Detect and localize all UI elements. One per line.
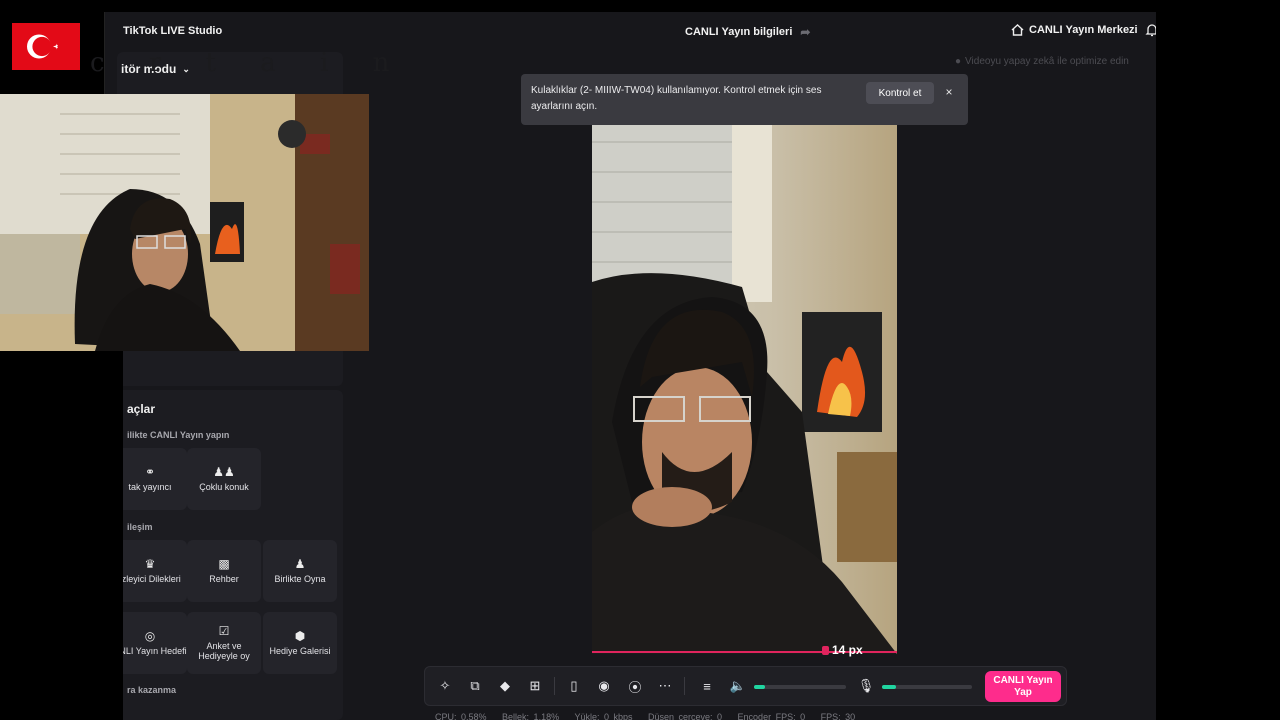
dark-overlay-right (1156, 0, 1280, 720)
dropped-frames-stat: Düşen çerçeve: 0 (647, 712, 723, 720)
size-guide-label: 14 px (822, 643, 863, 657)
wishes-icon: ♛ (144, 556, 156, 571)
tool-label: İzleyici Dilekleri (119, 573, 181, 584)
check-button[interactable]: Kontrol et (866, 82, 934, 104)
record-icon[interactable]: ◉ (594, 676, 614, 696)
guide-icon: ▩ (218, 556, 230, 571)
app-title: TikTok LIVE Studio (123, 25, 223, 37)
go-live-button[interactable]: CANLI Yayın Yap (985, 671, 1061, 702)
tool-label: Çoklu konuk (199, 481, 249, 492)
goal-icon: ◎ (144, 628, 156, 643)
link-icon: ⚭ (144, 464, 156, 479)
tool-guide[interactable]: ▩ Rehber (187, 540, 261, 602)
section-co-live: ilikte CANLI Yayın yapın (127, 430, 230, 440)
tool-gift-gallery[interactable]: ⬢ Hediye Galerisi (263, 612, 337, 674)
poll-icon: ☑ (218, 623, 230, 638)
fps-stat: FPS: 30 (820, 712, 856, 720)
section-monetization: ra kazanma (127, 685, 177, 695)
section-interaction: ileşim (127, 522, 153, 532)
pin-icon (822, 645, 829, 655)
mic-fill (882, 685, 897, 689)
size-guide-value: 14 px (832, 643, 863, 657)
tool-label: ANLI Yayın Hedefi (113, 645, 187, 656)
tool-viewer-wishes[interactable]: ♛ İzleyici Dilekleri (113, 540, 187, 602)
effects-wand-icon[interactable]: ✧ (435, 676, 455, 696)
ai-hint-label: Videoyu yapay zekâ ile optimize edin (965, 56, 1129, 67)
live-info-title[interactable]: CANLI Yayın bilgileri ➦ (685, 25, 810, 39)
turkish-flag-icon (12, 23, 80, 70)
users-icon: ♟♟ (213, 464, 235, 479)
close-icon[interactable]: × (941, 83, 957, 101)
live-center-button[interactable]: CANLI Yayın Merkezi (1011, 24, 1138, 36)
dark-overlay-left (0, 351, 123, 720)
tools-panel: açlar ilikte CANLI Yayın yapın ileşim ra… (113, 390, 343, 720)
tool-label: Birlikte Oyna (274, 573, 326, 584)
camera-target-icon[interactable]: ⦿ (625, 676, 645, 696)
mic-slider[interactable] (882, 685, 972, 689)
divider (554, 677, 555, 695)
ai-optimize-hint[interactable]: ● Videoyu yapay zekâ ile optimize edin (955, 56, 1129, 67)
tools-title: açlar (127, 402, 156, 416)
memory-stat: Bellek: 1.18% (502, 712, 560, 720)
status-bar: CPU: 0.58% Bellek: 1.18% Yükle: 0 kbps D… (435, 712, 866, 720)
microphone-icon[interactable]: 🎙 (856, 676, 876, 696)
cpu-stat: CPU: 0.58% (435, 712, 487, 720)
ai-enhance-icon[interactable]: ◆ (495, 676, 515, 696)
tool-poll[interactable]: ☑ Anket ve Hediyeyle oy (187, 612, 261, 674)
scene-swap-icon[interactable]: ⧉ (465, 676, 485, 696)
webcam-scene (0, 94, 369, 351)
tool-label: Rehber (209, 573, 239, 584)
bulb-icon: ● (955, 56, 962, 67)
tool-play-together[interactable]: ♟ Birlikte Oyna (263, 540, 337, 602)
control-bar: ✧ ⧉ ◆ ⊞ ▯ ◉ ⦿ ⋯ ≡ 🔈 🎙 CANLI Yayın Yap (424, 666, 1067, 706)
settings-sliders-icon[interactable]: ≡ (697, 676, 717, 696)
tool-label: Hediye Galerisi (269, 645, 331, 656)
volume-fill (754, 685, 766, 689)
toast-message: Kulaklıklar (2- MIIIW-TW04) kullanılamıy… (531, 85, 822, 112)
preview-scene (592, 112, 897, 654)
watermark-text: c r t a i n (90, 48, 408, 78)
divider (684, 677, 685, 695)
phone-layout-icon[interactable]: ▯ (564, 676, 584, 696)
home-icon (1011, 24, 1024, 36)
gift-gallery-icon: ⬢ (294, 628, 306, 643)
play-together-icon: ♟ (294, 556, 306, 571)
live-center-label: CANLI Yayın Merkezi (1029, 24, 1138, 36)
tool-label: tak yayıncı (128, 481, 172, 492)
webcam-overlay (0, 94, 369, 351)
tool-label: Anket ve Hediyeyle oy (198, 640, 250, 661)
tool-live-goal[interactable]: ◎ ANLI Yayın Hedefi (113, 612, 187, 674)
upload-stat: Yükle: 0 kbps (574, 712, 633, 720)
headphones-unavailable-toast: Kulaklıklar (2- MIIIW-TW04) kullanılamıy… (521, 74, 968, 125)
volume-slider[interactable] (754, 685, 846, 689)
tool-multi-guest[interactable]: ♟♟ Çoklu konuk (187, 448, 261, 510)
share-icon[interactable]: ➦ (800, 25, 810, 39)
more-icon[interactable]: ⋯ (655, 676, 675, 696)
encoder-fps-stat: Encoder FPS: 0 (737, 712, 806, 720)
live-info-label: CANLI Yayın bilgileri (685, 26, 793, 38)
speaker-icon[interactable]: 🔈 (728, 676, 748, 696)
stream-preview[interactable] (592, 112, 897, 654)
add-source-icon[interactable]: ⊞ (525, 676, 545, 696)
tool-co-host[interactable]: ⚭ tak yayıncı (113, 448, 187, 510)
